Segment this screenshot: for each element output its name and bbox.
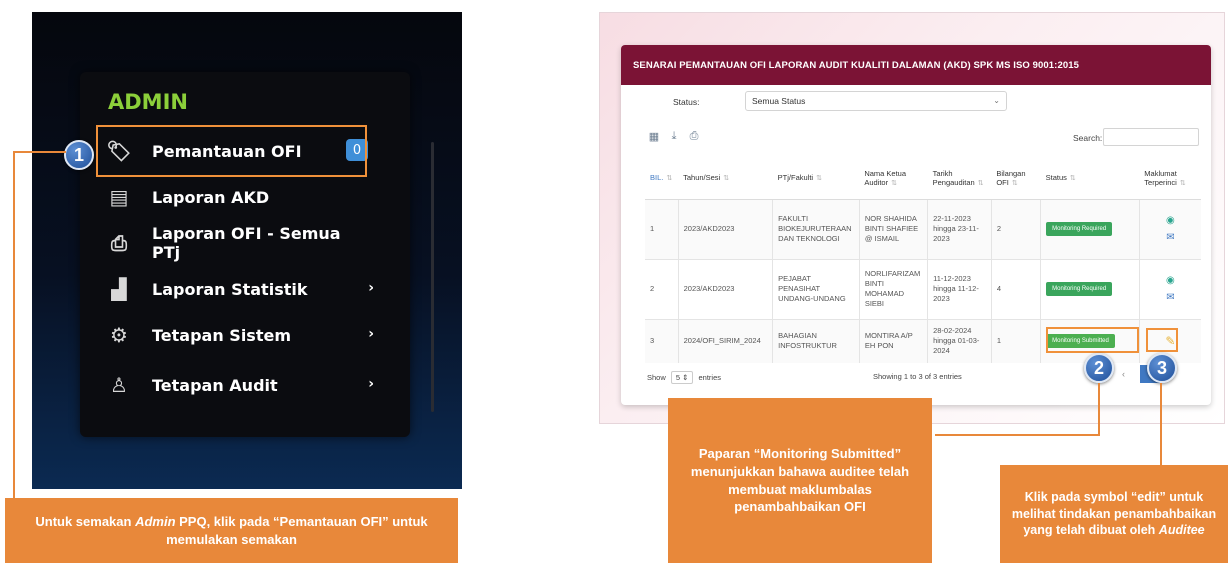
callout-text-emphasis: Auditee [1158, 523, 1205, 538]
cell-auditor: NORLIFARIZAM BINTI MOHAMAD SIEBI [858, 258, 928, 319]
sidebar-item-label: Laporan OFI - Semua PTj [151, 224, 341, 262]
callout-text: Untuk semakan [35, 513, 136, 529]
search-label: Search: [1073, 133, 1103, 143]
highlight-monitoring-submitted [1046, 327, 1139, 353]
column-header[interactable]: PTj/Fakulti ⇅ [772, 157, 860, 200]
instruction-callout-2: Paparan “Monitoring Submitted” menunjukk… [668, 398, 932, 563]
cell-actions: ◉ ✉ [1138, 198, 1201, 259]
mail-icon[interactable]: ✉ [1145, 231, 1196, 245]
pagination-prev[interactable]: ‹ [1122, 369, 1125, 379]
card-title: SENARAI PEMANTAUAN OFI LAPORAN AUDIT KUA… [621, 45, 1211, 85]
chevron-right-icon: › [368, 326, 374, 342]
export-toolbar: ▦ ⤓ ⎙ [647, 129, 701, 143]
status-filter-select[interactable]: Semua Status ⌄ [745, 91, 1007, 111]
cell-sesi: 2023/AKD2023 [677, 198, 773, 259]
pdf-file-icon: ⎙ [110, 231, 127, 255]
sidebar-item-label: Laporan Statistik [152, 279, 308, 299]
sidebar-item-laporan-ofi[interactable]: ⎙ Laporan OFI - Semua PTj [104, 224, 374, 262]
connector-line [935, 434, 1100, 436]
cell-status: Monitoring Required [1040, 258, 1140, 319]
cell-status: Monitoring Required [1040, 198, 1140, 259]
page-length-select[interactable]: 5 ⇕ [670, 371, 694, 384]
cell-ofi: 1 [990, 318, 1041, 363]
instruction-callout-1: Untuk semakan Admin PPQ, klik pada “Pema… [5, 498, 458, 563]
eye-icon[interactable]: ◉ [1145, 274, 1196, 288]
sidebar-item-label: Tetapan Sistem [152, 325, 291, 345]
column-header[interactable]: Maklumat Terperinci ⇅ [1139, 157, 1201, 200]
status-filter-value: Semua Status [752, 96, 806, 106]
sidebar-item-tetapan-audit[interactable]: ♙ Tetapan Audit › [104, 368, 374, 402]
admin-sidebar-screenshot: ADMIN 🏷 Pemantauan OFI 0 ▤ Laporan AKD ⎙… [32, 12, 462, 489]
cell-auditor: MONTIRA A/P EH PON [858, 318, 928, 363]
column-header[interactable]: Nama Ketua Auditor ⇅ [859, 157, 928, 200]
step-marker-3: 3 [1147, 353, 1177, 383]
cell-ofi: 4 [990, 258, 1041, 319]
column-header[interactable]: Tarikh Pengauditan ⇅ [927, 157, 992, 200]
gear-icon: ⚙ [110, 323, 128, 347]
connector-line [1160, 383, 1162, 465]
callout-text: Paparan “Monitoring Submitted” menunjukk… [690, 446, 910, 515]
status-badge: Monitoring Required [1046, 221, 1113, 237]
audit-settings-icon: ♙ [110, 373, 128, 397]
connector-line [14, 151, 66, 153]
document-icon: ▤ [109, 185, 129, 209]
entries-label: entries [698, 373, 722, 382]
cell-tarikh: 11-12-2023 hingga 11-12-2023 [927, 258, 992, 319]
sidebar-scrollbar[interactable] [431, 142, 434, 412]
column-header[interactable]: Status ⇅ [1040, 157, 1140, 200]
status-filter-label: Status: [673, 97, 700, 107]
search-input[interactable] [1103, 128, 1199, 146]
cell-bil: 2 [645, 258, 679, 319]
cell-tarikh: 22-11-2023 hingga 23-11-2023 [927, 198, 992, 259]
sidebar-item-tetapan-sistem[interactable]: ⚙ Tetapan Sistem › [104, 318, 374, 352]
highlight-edit-icon [1146, 328, 1178, 352]
step-marker-2: 2 [1084, 353, 1114, 383]
cell-ofi: 2 [990, 198, 1041, 259]
cell-tarikh: 28-02-2024 hingga 01-03-2024 [927, 318, 992, 363]
chevron-right-icon: › [368, 376, 374, 392]
sidebar-title: ADMIN [108, 90, 188, 114]
status-badge: Monitoring Required [1046, 281, 1113, 297]
callout-text: PPQ, klik pada “Pemantauan OFI” untuk me… [166, 513, 428, 547]
table-row: 1 2023/AKD2023 FAKULTI BIOKEJURUTERAAN D… [645, 198, 1201, 259]
chevron-down-icon: ⌄ [993, 96, 1000, 105]
cell-bil: 1 [645, 198, 679, 259]
chevron-right-icon: › [368, 280, 374, 296]
instruction-callout-3: Klik pada symbol “edit” untuk melihat ti… [1000, 465, 1228, 563]
cell-ptj: PEJABAT PENASIHAT UNDANG-UNDANG [772, 258, 860, 319]
table-info: Showing 1 to 3 of 3 entries [873, 372, 962, 381]
cell-bil: 3 [645, 318, 679, 363]
cell-sesi: 2024/OFI_SIRIM_2024 [677, 318, 773, 363]
cell-ptj: BAHAGIAN INFOSTRUKTUR [772, 318, 860, 363]
sidebar-item-laporan-statistik[interactable]: ▟ Laporan Statistik › [104, 272, 374, 306]
sidebar-item-laporan-akd[interactable]: ▤ Laporan AKD [104, 180, 374, 214]
excel-icon[interactable]: ▦ [647, 129, 661, 143]
chart-icon: ▟ [111, 277, 127, 301]
download-icon[interactable]: ⤓ [667, 129, 681, 143]
table-header-row: BIL. ⇅ Tahun/Sesi ⇅ PTj/Fakulti ⇅ Nama Ketu… [645, 157, 1201, 200]
callout-text-emphasis: Admin [135, 513, 176, 529]
column-header[interactable]: Tahun/Sesi ⇅ [678, 157, 773, 200]
print-icon[interactable]: ⎙ [687, 129, 701, 143]
cell-sesi: 2023/AKD2023 [677, 258, 773, 319]
connector-line [13, 151, 15, 498]
mail-icon[interactable]: ✉ [1145, 291, 1196, 305]
table-row: 2 2023/AKD2023 PEJABAT PENASIHAT UNDANG-… [645, 258, 1201, 319]
column-header[interactable]: BIL. ⇅ [645, 157, 679, 200]
page-length-control: Show 5 ⇕ entries [647, 371, 721, 384]
show-label: Show [647, 373, 666, 382]
step-marker-1: 1 [64, 140, 94, 170]
cell-auditor: NOR SHAHIDA BINTI SHAFIEE @ ISMAIL [858, 198, 928, 259]
cell-actions: ◉ ✉ [1138, 258, 1201, 319]
cell-ptj: FAKULTI BIOKEJURUTERAAN DAN TEKNOLOGI [772, 198, 860, 259]
highlight-pemantauan-ofi [96, 125, 367, 177]
column-header[interactable]: Bilangan OFI ⇅ [991, 157, 1041, 200]
sidebar-item-label: Tetapan Audit [152, 375, 278, 395]
eye-icon[interactable]: ◉ [1145, 214, 1196, 228]
connector-line [1098, 383, 1100, 435]
sidebar-item-label: Laporan AKD [152, 187, 270, 207]
